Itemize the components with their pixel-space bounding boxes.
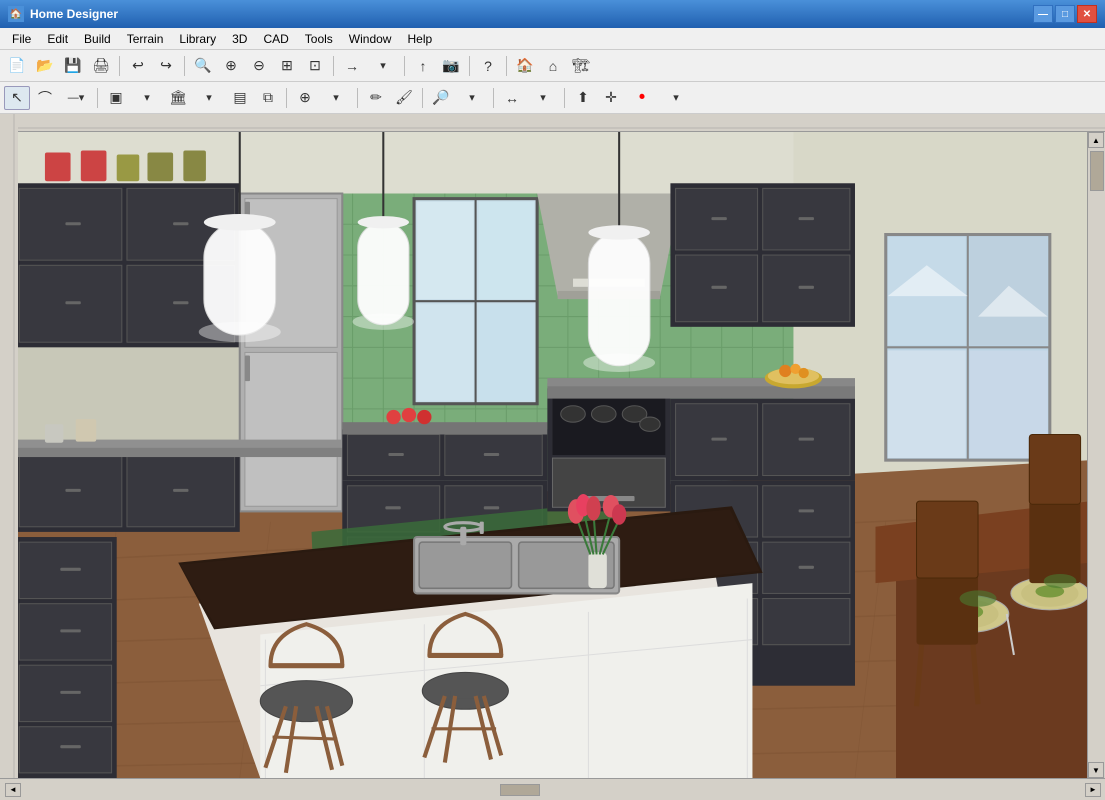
arrow-dropdown-button[interactable]: ▾ [367, 54, 399, 78]
cabinet-tool-button[interactable]: ▣ [103, 86, 129, 110]
sep3 [333, 56, 334, 76]
up-arrow2-button[interactable]: ⬆ [570, 86, 596, 110]
right-scrollbar: ▲ ▼ [1087, 132, 1105, 778]
canvas-area[interactable] [18, 132, 1087, 778]
menu-help[interactable]: Help [399, 30, 440, 48]
roof-button[interactable]: ⌂ [540, 54, 566, 78]
menu-tools[interactable]: Tools [297, 30, 341, 48]
menu-terrain[interactable]: Terrain [119, 30, 172, 48]
scroll-left-button[interactable]: ◄ [5, 783, 21, 797]
app-title: Home Designer [30, 7, 1033, 21]
structure-button[interactable]: 🏗 [568, 54, 594, 78]
close-button[interactable]: ✕ [1077, 5, 1097, 23]
menu-edit[interactable]: Edit [39, 30, 76, 48]
sep12 [564, 88, 565, 108]
scroll-right-button[interactable]: ► [1085, 783, 1101, 797]
toolbar1: 📄 📂 💾 🖨 ↩ ↪ 🔍 ⊕ ⊖ ⊞ ⊡ → ▾ ↑ 📷 ? 🏠 ⌂ 🏗 [0, 50, 1105, 82]
print-button[interactable]: 🖨 [88, 54, 114, 78]
vertical-scroll-thumb[interactable] [1090, 151, 1104, 191]
camera-button[interactable]: 📷 [438, 54, 464, 78]
magnify-button[interactable]: 🔎 [428, 86, 454, 110]
select-tool-button[interactable]: ↖ [4, 86, 30, 110]
top-ruler [18, 114, 1105, 132]
new-button[interactable]: 📄 [4, 54, 30, 78]
nav-forward-button[interactable]: → [339, 54, 365, 78]
symbol-dropdown-button[interactable]: ▾ [320, 86, 352, 110]
dimension-dropdown-button[interactable]: ▾ [527, 86, 559, 110]
sep4 [404, 56, 405, 76]
horizontal-scroll-thumb[interactable] [500, 784, 540, 796]
help-button[interactable]: ? [475, 54, 501, 78]
sep10 [422, 88, 423, 108]
rec-button[interactable]: ⏺ [626, 86, 658, 110]
zoom-out-button[interactable]: ⊖ [246, 54, 272, 78]
menu-bar: File Edit Build Terrain Library 3D CAD T… [0, 28, 1105, 50]
symbol-button[interactable]: ⊕ [292, 86, 318, 110]
left-ruler [0, 114, 18, 778]
kitchen-render [18, 132, 1087, 778]
horizontal-scroll-track [22, 783, 1085, 797]
up-arrow-button[interactable]: ↑ [410, 54, 436, 78]
redo-button[interactable]: ↪ [153, 54, 179, 78]
open-button[interactable]: 📂 [32, 54, 58, 78]
stairs-button[interactable]: ▤ [227, 86, 253, 110]
save-button[interactable]: 💾 [60, 54, 86, 78]
sep11 [493, 88, 494, 108]
menu-library[interactable]: Library [171, 30, 224, 48]
sep7 [97, 88, 98, 108]
paint-button[interactable]: 🖌 [391, 86, 417, 110]
copy-button[interactable]: ⧉ [255, 86, 281, 110]
sep9 [357, 88, 358, 108]
menu-window[interactable]: Window [341, 30, 400, 48]
scroll-down-button[interactable]: ▼ [1088, 762, 1104, 778]
sep1 [119, 56, 120, 76]
arc-tool-button[interactable]: ⌒ [32, 86, 58, 110]
menu-build[interactable]: Build [76, 30, 119, 48]
toolbar2: ↖ ⌒ —▾ ▣ ▾ 🏛 ▾ ▤ ⧉ ⊕ ▾ ✏ 🖌 🔎 ▾ ↔ ▾ ⬆ ✛ ⏺… [0, 82, 1105, 114]
cabinet-dropdown-button[interactable]: ▾ [131, 86, 163, 110]
undo-button[interactable]: ↩ [125, 54, 151, 78]
zoom-fit-button[interactable]: ⊞ [274, 54, 300, 78]
appliance-button[interactable]: 🏛 [165, 86, 191, 110]
pencil-button[interactable]: ✏ [363, 86, 389, 110]
sep8 [286, 88, 287, 108]
move-button[interactable]: ✛ [598, 86, 624, 110]
appliance-dropdown-button[interactable]: ▾ [193, 86, 225, 110]
title-bar: 🏠 Home Designer — □ ✕ [0, 0, 1105, 28]
scroll-up-button[interactable]: ▲ [1088, 132, 1104, 148]
minimize-button[interactable]: — [1033, 5, 1053, 23]
window-controls: — □ ✕ [1033, 5, 1097, 23]
zoom-magnify-button[interactable]: 🔍 [190, 54, 216, 78]
maximize-button[interactable]: □ [1055, 5, 1075, 23]
dimension-button[interactable]: ↔ [499, 86, 525, 110]
line-tool-button[interactable]: —▾ [60, 86, 92, 110]
menu-cad[interactable]: CAD [255, 30, 296, 48]
zoom-in-button[interactable]: ⊕ [218, 54, 244, 78]
menu-3d[interactable]: 3D [224, 30, 255, 48]
sep5 [469, 56, 470, 76]
magnify-dropdown-button[interactable]: ▾ [456, 86, 488, 110]
rec-dropdown-button[interactable]: ▾ [660, 86, 692, 110]
house-button[interactable]: 🏠 [512, 54, 538, 78]
sep6 [506, 56, 507, 76]
sep2 [184, 56, 185, 76]
zoom-window-button[interactable]: ⊡ [302, 54, 328, 78]
app-icon: 🏠 [8, 6, 24, 22]
bottom-bar: ◄ ► [0, 778, 1105, 800]
menu-file[interactable]: File [4, 30, 39, 48]
